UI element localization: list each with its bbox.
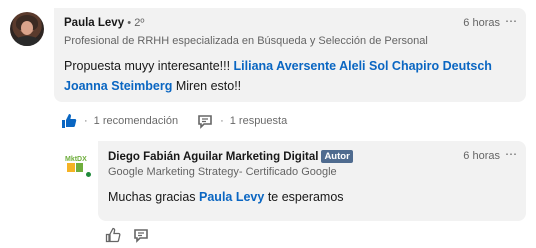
reply-timestamp: 6 horas xyxy=(463,150,500,162)
comment-author-name[interactable]: Paula Levy xyxy=(64,17,124,29)
reply-text-start: Muchas gracias xyxy=(108,190,200,204)
more-options-icon[interactable]: ⋯ xyxy=(505,14,518,28)
avatar-face xyxy=(21,21,33,35)
reply-text-end: te esperamos xyxy=(264,190,344,204)
comment-text-start: Propuesta muyy interesante!!! xyxy=(64,59,234,73)
like-icon[interactable] xyxy=(60,112,78,130)
comment-actions: · 1 recomendación · 1 respuesta xyxy=(60,112,287,130)
comment-author-headline: Profesional de RRHH especializada en Bús… xyxy=(64,35,428,47)
logo-text: MktDX xyxy=(65,156,87,163)
reply-author-name[interactable]: Diego Fabián Aguilar Marketing Digital xyxy=(108,151,318,163)
replies-count[interactable]: 1 respuesta xyxy=(230,115,287,127)
online-status-indicator xyxy=(84,170,93,179)
comment-author-row: Paula Levy • 2º xyxy=(64,17,144,29)
more-options-icon[interactable]: ⋯ xyxy=(505,147,518,161)
author-badge: Autor xyxy=(321,150,353,163)
like-icon[interactable] xyxy=(104,226,122,244)
comment-timestamp: 6 horas xyxy=(463,17,500,29)
comment-text: Propuesta muyy interesante!!! Liliana Av… xyxy=(64,56,504,96)
reply-text: Muchas gracias Paula Levy te esperamos xyxy=(108,187,508,207)
likes-count[interactable]: 1 recomendación xyxy=(94,115,178,127)
comment-icon[interactable] xyxy=(132,226,150,244)
reply-bubble: Diego Fabián Aguilar Marketing Digital Au… xyxy=(98,141,526,221)
separator-dot: · xyxy=(84,115,88,127)
reply-author-row: Diego Fabián Aguilar Marketing Digital Au… xyxy=(108,150,353,163)
comment-bubble: Paula Levy • 2º 6 horas ⋯ Profesional de… xyxy=(54,8,526,102)
separator-dot: · xyxy=(220,115,224,127)
connection-degree: • 2º xyxy=(127,17,145,29)
comment-icon[interactable] xyxy=(196,112,214,130)
reply-actions xyxy=(104,226,150,244)
reply-mention-link[interactable]: Paula Levy xyxy=(199,190,264,204)
avatar-diego-fabian[interactable]: MktDX xyxy=(62,148,94,180)
comment-text-end: Miren esto!! xyxy=(172,79,242,93)
avatar-paula-levy[interactable] xyxy=(10,12,44,46)
mention-link-1[interactable]: Liliana Aversente Aleli Sol Chapiro xyxy=(234,59,440,73)
avatar-shirt xyxy=(14,36,40,46)
reply-author-headline: Google Marketing Strategy- Certificado G… xyxy=(108,166,337,178)
